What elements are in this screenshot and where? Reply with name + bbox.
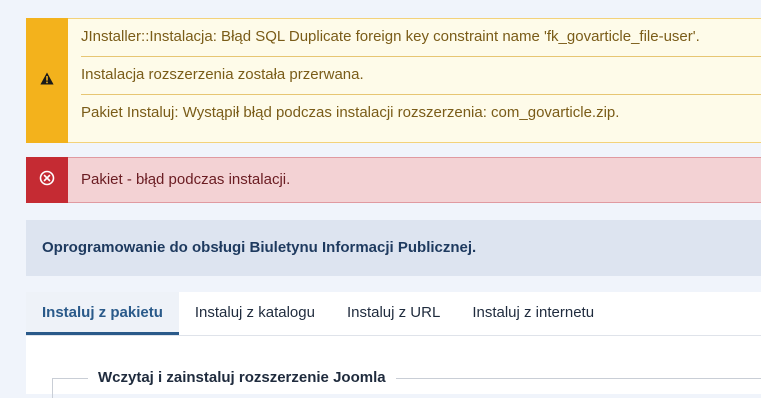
tab-install-from-url[interactable]: Instaluj z URL [331,292,456,335]
tab-install-from-web[interactable]: Instaluj z internetu [456,292,610,335]
install-tabs: Instaluj z pakietu Instaluj z katalogu I… [26,292,761,336]
warning-message: Instalacja rozszerzenia została przerwan… [81,57,761,95]
upload-legend: Wczytaj i zainstaluj rozszerzenie Joomla [88,368,396,388]
circle-x-icon [39,170,55,191]
error-alert: Pakiet - błąd podczas instalacji. [26,157,761,203]
error-alert-side [26,157,68,203]
warning-alert-side [26,18,68,143]
warning-message: Pakiet Instaluj: Wystąpił błąd podczas i… [81,104,620,121]
warning-icon [40,72,54,90]
error-message: Pakiet - błąd podczas instalacji. [81,171,291,188]
warning-message: JInstaller::Instalacja: Błąd SQL Duplica… [81,19,761,57]
tab-install-from-package[interactable]: Instaluj z pakietu [26,292,179,335]
warning-alert: JInstaller::Instalacja: Błąd SQL Duplica… [26,18,761,143]
tab-install-from-folder[interactable]: Instaluj z katalogu [179,292,331,335]
extension-description: Oprogramowanie do obsługi Biuletynu Info… [26,220,761,276]
